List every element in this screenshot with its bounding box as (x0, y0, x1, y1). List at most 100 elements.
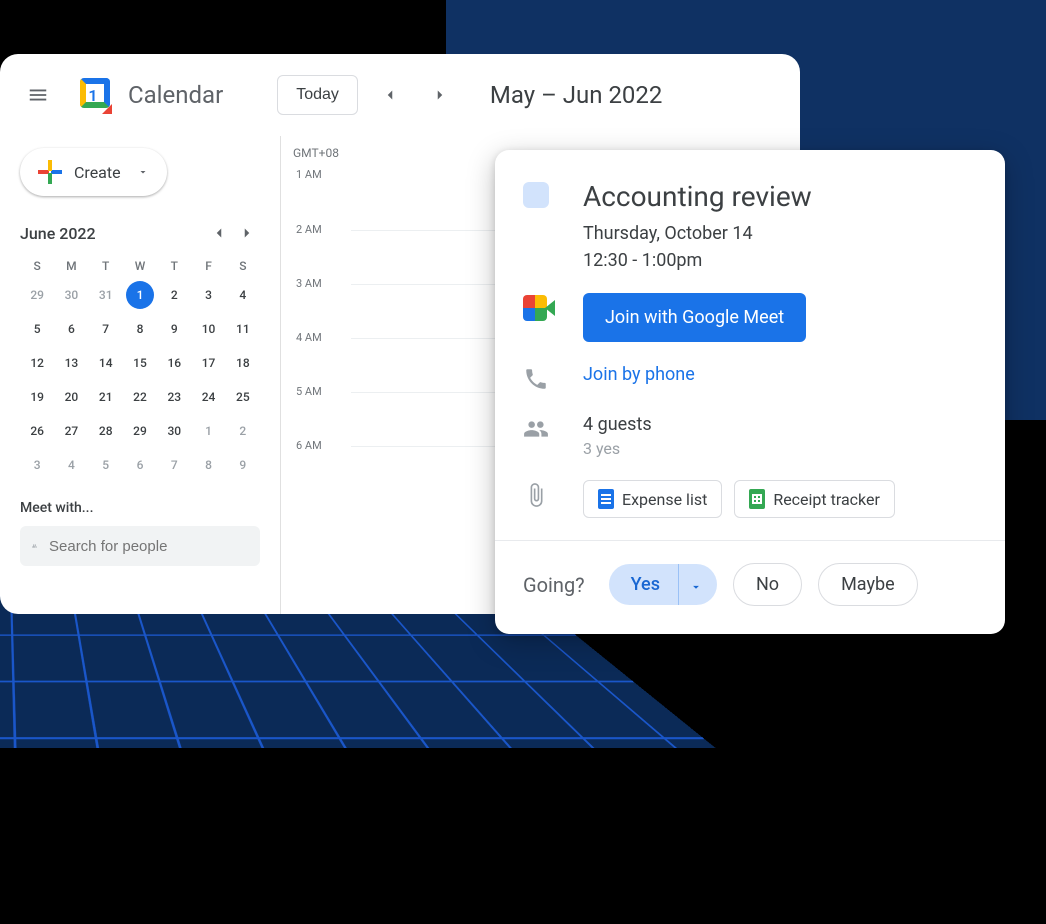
mini-calendar-grid: SMTWTFS293031123456789101112131415161718… (20, 256, 260, 480)
rsvp-yes-button[interactable]: Yes (609, 564, 678, 605)
mini-day[interactable]: 4 (54, 450, 88, 480)
mini-prev-month-button[interactable] (206, 220, 232, 246)
rsvp-yes-dropdown[interactable] (678, 564, 717, 605)
mini-day[interactable]: 27 (54, 416, 88, 446)
mini-day[interactable]: 29 (20, 280, 54, 310)
mini-dow: S (226, 256, 260, 276)
caret-down-icon (137, 166, 149, 178)
mini-dow: F (191, 256, 225, 276)
create-button[interactable]: Create (20, 148, 167, 196)
mini-day[interactable]: 28 (89, 416, 123, 446)
mini-day[interactable]: 15 (123, 348, 157, 378)
sheets-icon (749, 489, 765, 509)
mini-day[interactable]: 20 (54, 382, 88, 412)
time-label: 3 AM (296, 277, 322, 290)
mini-day[interactable]: 11 (226, 314, 260, 344)
mini-day[interactable]: 18 (226, 348, 260, 378)
meet-with-label: Meet with... (20, 500, 260, 516)
attachment-label: Receipt tracker (773, 490, 880, 509)
mini-day[interactable]: 16 (157, 348, 191, 378)
event-title: Accounting review (583, 180, 977, 213)
mini-day[interactable]: 4 (226, 280, 260, 310)
time-label: 2 AM (296, 223, 322, 236)
join-meet-button[interactable]: Join with Google Meet (583, 293, 806, 342)
mini-next-month-button[interactable] (234, 220, 260, 246)
mini-day[interactable]: 10 (191, 314, 225, 344)
guests-icon (523, 416, 549, 442)
rsvp-row: Going? Yes No Maybe (495, 541, 1005, 634)
mini-day[interactable]: 30 (54, 280, 88, 310)
mini-day[interactable]: 7 (89, 314, 123, 344)
mini-day[interactable]: 1 (126, 281, 154, 309)
attachment-chip[interactable]: Receipt tracker (734, 480, 895, 518)
mini-day[interactable]: 9 (157, 314, 191, 344)
prev-period-button[interactable] (372, 77, 408, 113)
timezone-label: GMT+08 (293, 146, 339, 160)
attachment-icon (523, 482, 549, 508)
mini-day[interactable]: 2 (157, 280, 191, 310)
event-color-chip (523, 182, 549, 208)
mini-day[interactable]: 5 (20, 314, 54, 344)
mini-day[interactable]: 6 (123, 450, 157, 480)
phone-icon (523, 366, 549, 392)
mini-day[interactable]: 8 (123, 314, 157, 344)
people-icon (32, 536, 37, 556)
mini-day[interactable]: 9 (226, 450, 260, 480)
main-menu-icon[interactable] (18, 75, 58, 115)
mini-day[interactable]: 22 (123, 382, 157, 412)
time-label: 4 AM (296, 331, 322, 344)
mini-day[interactable]: 24 (191, 382, 225, 412)
create-label: Create (74, 163, 121, 182)
mini-day[interactable]: 31 (89, 280, 123, 310)
mini-day[interactable]: 2 (226, 416, 260, 446)
mini-calendar-title: June 2022 (20, 224, 96, 243)
plus-icon (38, 160, 62, 184)
mini-day[interactable]: 29 (123, 416, 157, 446)
guest-yes-count: 3 yes (583, 439, 977, 458)
mini-day[interactable]: 6 (54, 314, 88, 344)
mini-day[interactable]: 1 (191, 416, 225, 446)
mini-day[interactable]: 23 (157, 382, 191, 412)
rsvp-prompt: Going? (523, 573, 585, 597)
mini-dow: S (20, 256, 54, 276)
mini-day[interactable]: 3 (191, 280, 225, 310)
event-date: Thursday, October 14 (583, 223, 977, 244)
calendar-logo: 1 (72, 74, 114, 116)
mini-day[interactable]: 8 (191, 450, 225, 480)
rsvp-maybe-button[interactable]: Maybe (818, 563, 918, 606)
join-phone-link[interactable]: Join by phone (583, 364, 695, 385)
next-period-button[interactable] (422, 77, 458, 113)
app-title: Calendar (128, 81, 223, 109)
mini-dow: M (54, 256, 88, 276)
mini-day[interactable]: 25 (226, 382, 260, 412)
rsvp-no-button[interactable]: No (733, 563, 802, 606)
docs-icon (598, 489, 614, 509)
today-button[interactable]: Today (277, 75, 358, 115)
mini-dow: T (89, 256, 123, 276)
event-time: 12:30 - 1:00pm (583, 250, 977, 271)
mini-day[interactable]: 5 (89, 450, 123, 480)
time-label: 1 AM (296, 168, 322, 181)
attachment-label: Expense list (622, 490, 707, 509)
mini-day[interactable]: 13 (54, 348, 88, 378)
mini-day[interactable]: 19 (20, 382, 54, 412)
mini-day[interactable]: 21 (89, 382, 123, 412)
mini-day[interactable]: 7 (157, 450, 191, 480)
sidebar: Create June 2022 SMTWTFS2930311234567891… (0, 136, 280, 614)
search-people-field[interactable] (20, 526, 260, 566)
mini-day[interactable]: 12 (20, 348, 54, 378)
event-detail-popover: Accounting review Thursday, October 14 1… (495, 150, 1005, 634)
time-label: 6 AM (296, 439, 322, 452)
attachment-chip[interactable]: Expense list (583, 480, 722, 518)
mini-dow: T (157, 256, 191, 276)
mini-day[interactable]: 30 (157, 416, 191, 446)
mini-day[interactable]: 26 (20, 416, 54, 446)
time-label: 5 AM (296, 385, 322, 398)
google-meet-icon (523, 295, 557, 321)
mini-dow: W (123, 256, 157, 276)
date-range-label: May – Jun 2022 (490, 81, 662, 109)
search-people-input[interactable] (49, 538, 248, 555)
mini-day[interactable]: 17 (191, 348, 225, 378)
mini-day[interactable]: 14 (89, 348, 123, 378)
mini-day[interactable]: 3 (20, 450, 54, 480)
